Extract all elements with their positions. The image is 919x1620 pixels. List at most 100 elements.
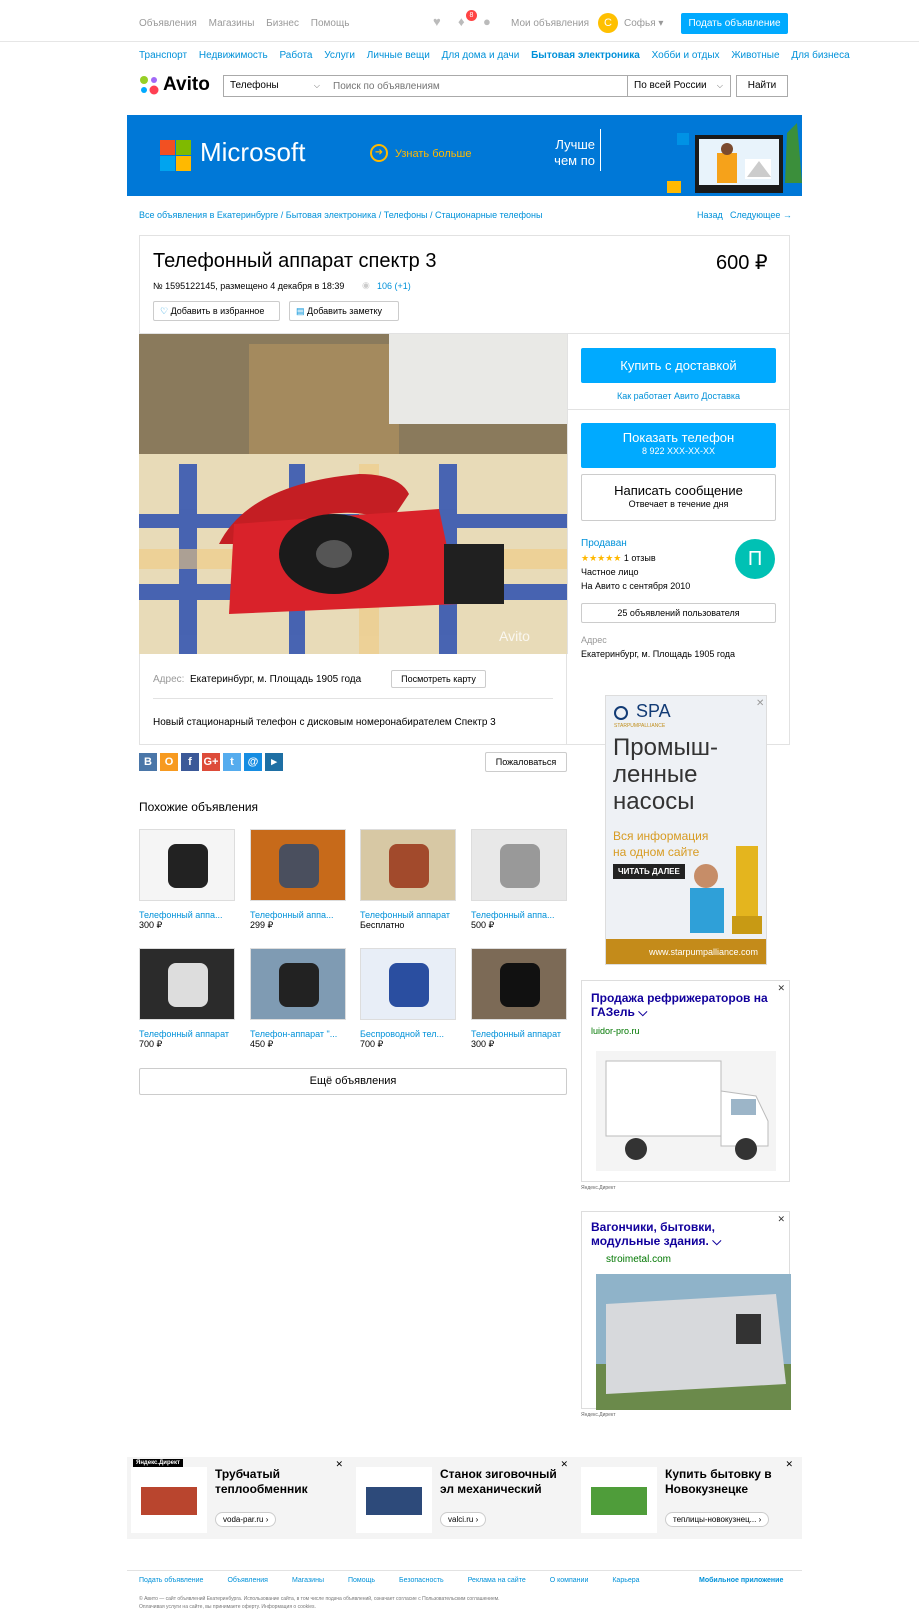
similar-item[interactable]: Телефонный аппарат 700 ₽ bbox=[139, 948, 235, 1050]
close-icon[interactable]: ✕ bbox=[785, 1459, 793, 1470]
user-ads-button[interactable]: 25 объявлений пользователя bbox=[581, 603, 776, 623]
bottom-ad-domain[interactable]: valci.ru › bbox=[440, 1512, 487, 1527]
similar-item-title[interactable]: Телефонный аппа... bbox=[250, 910, 346, 920]
similar-item-image[interactable] bbox=[471, 829, 567, 901]
heart-icon[interactable]: ♥ bbox=[433, 14, 441, 29]
close-icon[interactable]: ✕ bbox=[335, 1459, 343, 1470]
my-ads-link[interactable]: Мои объявления bbox=[511, 18, 589, 29]
breadcrumb[interactable]: Все объявления в Екатеринбурге / Бытовая… bbox=[139, 210, 542, 220]
similar-item-image[interactable] bbox=[471, 948, 567, 1020]
similar-item-image[interactable] bbox=[250, 948, 346, 1020]
search-button[interactable]: Найти bbox=[736, 75, 788, 97]
bottom-ad-title[interactable]: Трубчатый теплообменник bbox=[215, 1467, 335, 1497]
category-item[interactable]: Работа bbox=[279, 50, 312, 61]
mail-icon[interactable]: @ bbox=[244, 753, 262, 771]
back-link[interactable]: Назад bbox=[697, 210, 723, 220]
how-delivery-link[interactable]: Как работает Авито Доставка bbox=[581, 391, 776, 401]
similar-item[interactable]: Беспроводной тел... 700 ₽ bbox=[360, 948, 456, 1050]
close-icon[interactable]: ✕ bbox=[756, 698, 764, 709]
wagon-ad-title[interactable]: Вагончики, бытовки, модульные здания. ⌵ bbox=[591, 1220, 761, 1248]
add-favorite-button[interactable]: ♡ Добавить в избранное bbox=[153, 301, 280, 321]
category-item[interactable]: Услуги bbox=[324, 50, 355, 61]
seller-avatar[interactable]: П bbox=[735, 539, 775, 579]
similar-item-image[interactable] bbox=[250, 829, 346, 901]
user-menu[interactable]: Софья ▾ bbox=[624, 18, 663, 29]
view-map-button[interactable]: Посмотреть карту bbox=[391, 670, 486, 688]
category-item[interactable]: Для бизнеса bbox=[791, 50, 849, 61]
seller-name[interactable]: Продаван bbox=[581, 538, 627, 549]
similar-item-title[interactable]: Телефонный аппарат bbox=[139, 1029, 235, 1039]
more-ads-button[interactable]: Ещё объявления bbox=[139, 1068, 567, 1095]
similar-item-title[interactable]: Беспроводной тел... bbox=[360, 1029, 456, 1039]
similar-item-title[interactable]: Телефон-аппарат "... bbox=[250, 1029, 346, 1039]
twitter-icon[interactable]: t bbox=[223, 753, 241, 771]
reviews-count[interactable]: 1 отзыв bbox=[624, 553, 656, 563]
category-item-active[interactable]: Бытовая электроника bbox=[531, 50, 640, 61]
bottom-ad-domain[interactable]: теплицы-новокузнец... › bbox=[665, 1512, 770, 1527]
buy-delivery-button[interactable]: Купить с доставкой bbox=[581, 348, 776, 383]
footer-mobile-app[interactable]: Мобильное приложение bbox=[699, 1577, 783, 1584]
wagon-ad[interactable]: ✕ Вагончики, бытовки, модульные здания. … bbox=[581, 1211, 791, 1410]
footer-link[interactable]: Безопасность bbox=[399, 1577, 444, 1584]
similar-item[interactable]: Телефонный аппа... 500 ₽ bbox=[471, 829, 567, 931]
add-note-button[interactable]: ▤ Добавить заметку bbox=[289, 301, 399, 321]
region-select[interactable]: По всей России ⌵ bbox=[627, 75, 731, 97]
gazel-ad-domain[interactable]: luidor-pro.ru bbox=[591, 1026, 640, 1036]
category-item[interactable]: Животные bbox=[731, 50, 779, 61]
similar-item[interactable]: Телефонный аппа... 300 ₽ bbox=[139, 829, 235, 931]
top-nav-shops[interactable]: Магазины bbox=[209, 18, 255, 29]
top-nav-ads[interactable]: Объявления bbox=[139, 18, 197, 29]
spa-ad[interactable]: SPA STARPUMPALLIANCE ✕ Промыш- ленные на… bbox=[605, 695, 767, 965]
bottom-ad-title[interactable]: Купить бытовку в Новокузнецке bbox=[665, 1467, 785, 1497]
search-input[interactable] bbox=[327, 75, 628, 97]
bottom-ad[interactable]: Купить бытовку в Новокузнецке теплицы-нов… bbox=[577, 1457, 799, 1539]
footer-link[interactable]: Реклама на сайте bbox=[468, 1577, 526, 1584]
vk-icon[interactable]: В bbox=[139, 753, 157, 771]
category-item[interactable]: Транспорт bbox=[139, 50, 187, 61]
similar-item-title[interactable]: Телефонный аппарат bbox=[360, 910, 456, 920]
category-item[interactable]: Хобби и отдых bbox=[652, 50, 720, 61]
similar-item-image[interactable] bbox=[360, 948, 456, 1020]
footer-link[interactable]: Объявления bbox=[227, 1577, 268, 1584]
similar-item-image[interactable] bbox=[139, 948, 235, 1020]
spa-url[interactable]: www.starpumpalliance.com bbox=[606, 939, 766, 964]
write-message-button[interactable]: Написать сообщение Отвечает в течение дн… bbox=[581, 474, 776, 521]
bell-icon[interactable]: ♦ bbox=[458, 14, 465, 29]
footer-link[interactable]: О компании bbox=[550, 1577, 589, 1584]
wagon-ad-domain[interactable]: stroimetal.com bbox=[606, 1254, 671, 1265]
show-phone-button[interactable]: Показать телефон 8 922 XXX-XX-XX bbox=[581, 423, 776, 468]
bottom-ad-domain[interactable]: voda-par.ru › bbox=[215, 1512, 277, 1527]
category-item[interactable]: Личные вещи bbox=[367, 50, 430, 61]
similar-item[interactable]: Телефонный аппарат Бесплатно bbox=[360, 829, 456, 930]
similar-item-image[interactable] bbox=[139, 829, 235, 901]
category-select[interactable]: Телефоны ⌵ bbox=[223, 75, 328, 97]
microsoft-banner[interactable]: Microsoft ➜ Узнать больше Лучше чем по bbox=[127, 115, 802, 196]
close-icon[interactable]: ✕ bbox=[777, 983, 785, 994]
similar-item-title[interactable]: Телефонный аппа... bbox=[139, 910, 235, 920]
chat-icon[interactable]: ● bbox=[483, 14, 491, 29]
similar-item[interactable]: Телефонный аппа... 299 ₽ bbox=[250, 829, 346, 931]
next-link[interactable]: Следующее → bbox=[730, 210, 792, 220]
footer-link[interactable]: Карьера bbox=[612, 1577, 639, 1584]
complain-button[interactable]: Пожаловаться bbox=[485, 752, 567, 772]
top-nav-business[interactable]: Бизнес bbox=[266, 18, 299, 29]
livejournal-icon[interactable]: ▸ bbox=[265, 753, 283, 771]
bottom-ad[interactable]: Трубчатый теплообменник voda-par.ru › ✕ bbox=[127, 1457, 349, 1539]
footer-link[interactable]: Магазины bbox=[292, 1577, 324, 1584]
footer-link[interactable]: Помощь bbox=[348, 1577, 375, 1584]
gazel-ad[interactable]: ✕ Продажа рефрижераторов на ГАЗель ⌵ lui… bbox=[581, 980, 790, 1182]
spa-cta[interactable]: ЧИТАТЬ ДАЛЕЕ bbox=[613, 864, 685, 879]
post-ad-button[interactable]: Подать объявление bbox=[681, 13, 788, 34]
gazel-ad-title[interactable]: Продажа рефрижераторов на ГАЗель ⌵ bbox=[591, 991, 776, 1019]
avatar[interactable]: С bbox=[598, 13, 618, 33]
similar-item[interactable]: Телефонный аппарат 300 ₽ bbox=[471, 948, 567, 1050]
footer-link[interactable]: Подать объявление bbox=[139, 1577, 203, 1584]
category-item[interactable]: Для дома и дачи bbox=[442, 50, 520, 61]
close-icon[interactable]: ✕ bbox=[560, 1459, 568, 1470]
listing-photo[interactable]: Avito bbox=[139, 334, 567, 654]
similar-item-title[interactable]: Телефонный аппарат bbox=[471, 1029, 567, 1039]
facebook-icon[interactable]: f bbox=[181, 753, 199, 771]
similar-item-image[interactable] bbox=[360, 829, 456, 901]
category-item[interactable]: Недвижимость bbox=[199, 50, 268, 61]
bottom-ad-title[interactable]: Станок зиговочный эл механический bbox=[440, 1467, 560, 1497]
